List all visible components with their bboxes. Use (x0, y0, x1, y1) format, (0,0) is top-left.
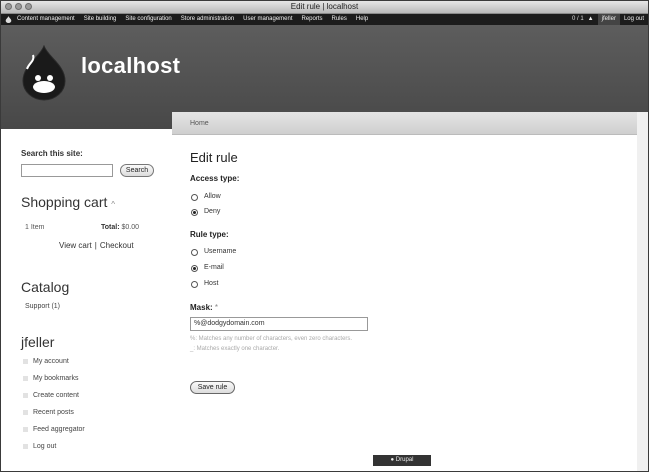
rule-type-label: Rule type: (190, 230, 229, 239)
bullet-icon (23, 359, 28, 364)
search-button[interactable]: Search (120, 164, 154, 177)
window-titlebar: Edit rule | localhost (1, 1, 648, 14)
checkout-link[interactable]: Checkout (100, 241, 134, 250)
drupal-icon[interactable] (5, 16, 12, 23)
sidebar-link-recent-posts[interactable]: Recent posts (33, 409, 74, 416)
bullet-icon (23, 393, 28, 398)
save-rule-button[interactable]: Save rule (190, 381, 235, 394)
search-label: Search this site: (21, 149, 83, 158)
access-type-label: Access type: (190, 174, 240, 183)
radio-username-label[interactable]: Username (204, 248, 236, 255)
site-name[interactable]: localhost (81, 53, 180, 79)
drupal-badge-icon: ● (390, 457, 395, 463)
radio-email[interactable] (191, 265, 198, 272)
drupal-logo-icon[interactable] (21, 45, 67, 101)
admin-menu-bar: Content management Site building Site co… (1, 14, 648, 25)
users-icon: ▲ (587, 16, 594, 22)
sidebar-link-my-account[interactable]: My account (33, 358, 69, 365)
catalog-title: Catalog (21, 279, 70, 295)
mask-description-underscore: _: Matches exactly one character. (190, 346, 280, 352)
sidebar-link-my-bookmarks[interactable]: My bookmarks (33, 375, 79, 382)
admin-menu-reports[interactable]: Reports (302, 14, 323, 25)
sidebar-link-log-out[interactable]: Log out (33, 443, 56, 450)
cart-links: View cart | Checkout (59, 241, 134, 250)
browser-window: Edit rule | localhost Content management… (0, 0, 649, 472)
cart-total: Total: $0.00 (101, 224, 140, 231)
admin-user-link[interactable]: jfeller (597, 14, 620, 25)
sidebar (1, 129, 171, 471)
admin-menu-help[interactable]: Help (356, 14, 368, 25)
cart-collapse-icon[interactable]: ^ (111, 200, 115, 209)
required-marker: * (214, 303, 219, 312)
radio-username[interactable] (191, 249, 198, 256)
mask-input[interactable]: %@dodgydomain.com (190, 317, 368, 331)
breadcrumb-home-link[interactable]: Home (190, 120, 209, 127)
radio-allow[interactable] (191, 194, 198, 201)
mask-label: Mask: * (190, 303, 219, 312)
admin-menu-rules[interactable]: Rules (332, 14, 347, 25)
radio-allow-label[interactable]: Allow (204, 193, 221, 200)
admin-menu-store-administration[interactable]: Store administration (181, 14, 234, 25)
radio-deny[interactable] (191, 209, 198, 216)
sidebar-link-create-content[interactable]: Create content (33, 392, 79, 399)
admin-logout-link[interactable]: Log out (624, 14, 644, 25)
mask-description-percent: %: Matches any number of characters, eve… (190, 336, 353, 342)
user-block-title: jfeller (21, 334, 55, 350)
radio-email-label[interactable]: E-mail (204, 264, 224, 271)
catalog-item-support[interactable]: Support (1) (25, 303, 60, 310)
shopping-cart-title: Shopping cart ^ (21, 194, 116, 210)
radio-host[interactable] (191, 281, 198, 288)
radio-host-label[interactable]: Host (204, 280, 218, 287)
search-input[interactable] (21, 164, 113, 177)
breadcrumb (172, 112, 637, 135)
admin-menu-content-management[interactable]: Content management (17, 14, 75, 25)
admin-menu-site-configuration[interactable]: Site configuration (125, 14, 171, 25)
cart-link-separator: | (94, 241, 97, 250)
main-content (172, 112, 637, 471)
admin-user-counts: 0 / 1 (571, 16, 584, 22)
admin-menu-site-building[interactable]: Site building (84, 14, 117, 25)
cart-item-count: 1 Item (25, 224, 45, 231)
sidebar-link-feed-aggregator[interactable]: Feed aggregator (33, 426, 85, 433)
view-cart-link[interactable]: View cart (59, 241, 92, 250)
page-title: Edit rule (190, 150, 238, 165)
page-right-edge (637, 112, 648, 471)
powered-by-drupal-badge[interactable]: ● Drupal (373, 455, 431, 466)
bullet-icon (23, 444, 28, 449)
bullet-icon (23, 410, 28, 415)
admin-menu-user-management[interactable]: User management (243, 14, 292, 25)
radio-deny-label[interactable]: Deny (204, 208, 220, 215)
window-title: Edit rule | localhost (290, 2, 359, 11)
bullet-icon (23, 427, 28, 432)
bullet-icon (23, 376, 28, 381)
